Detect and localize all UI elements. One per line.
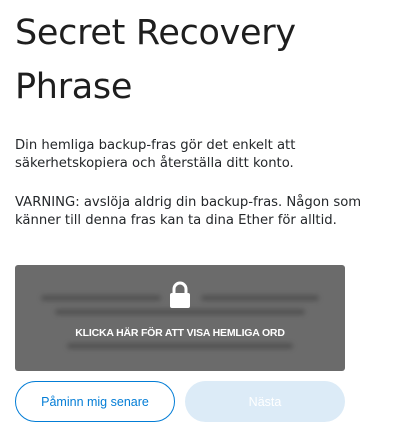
blurred-phrase-line xyxy=(67,343,293,349)
page-title: Secret Recovery Phrase xyxy=(15,13,296,107)
lock-icon xyxy=(170,281,190,308)
reveal-secret-words-panel[interactable]: KLICKA HÄR FÖR ATT VISA HEMLIGA ORD xyxy=(15,265,345,371)
blurred-phrase-line xyxy=(55,309,305,315)
description-text: Din hemliga backup-fras gör det enkelt a… xyxy=(15,138,296,171)
blurred-phrase-line xyxy=(41,295,161,301)
next-button[interactable]: Nästa xyxy=(185,381,345,422)
reveal-label: KLICKA HÄR FÖR ATT VISA HEMLIGA ORD xyxy=(75,327,285,339)
blurred-phrase-line xyxy=(201,295,319,301)
warning-text: VARNING: avslöja aldrig din backup-fras.… xyxy=(15,195,362,228)
remind-me-later-button[interactable]: Påminn mig senare xyxy=(15,381,175,422)
